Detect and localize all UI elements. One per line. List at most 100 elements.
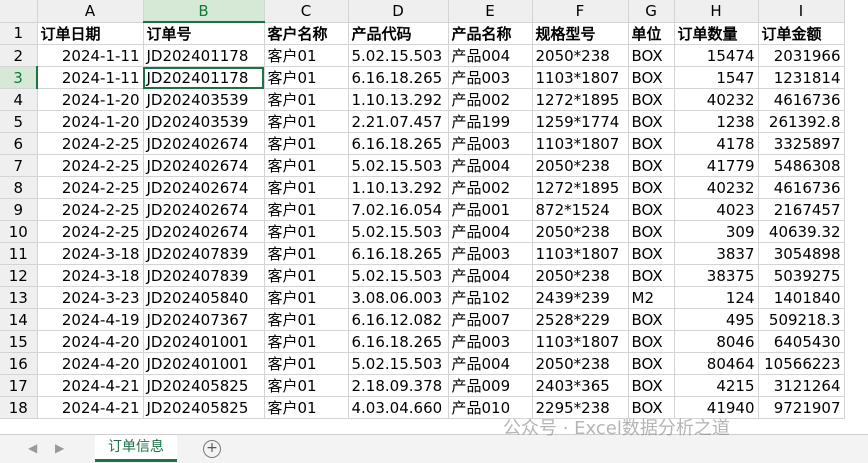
cell-f17[interactable]: 2403*365: [532, 374, 629, 397]
cell-d5[interactable]: 2.21.07.457: [348, 110, 449, 133]
cell-d18[interactable]: 4.03.04.660: [348, 396, 449, 419]
cell-b2[interactable]: JD202401178: [143, 44, 265, 67]
sheet-tab-order-info[interactable]: 订单信息: [95, 435, 177, 462]
column-header-i[interactable]: I: [758, 0, 845, 23]
cell-h8[interactable]: 40232: [674, 176, 759, 199]
cell-c2[interactable]: 客户01: [264, 44, 349, 67]
row-header[interactable]: 18: [0, 396, 38, 419]
cell-a11[interactable]: 2024-3-18: [37, 242, 144, 265]
next-sheet-icon[interactable]: ▶: [55, 441, 64, 455]
row-header[interactable]: 9: [0, 198, 38, 221]
cell-f3[interactable]: 1103*1807: [532, 66, 629, 89]
cell-i15[interactable]: 6405430: [758, 330, 845, 353]
row-header[interactable]: 7: [0, 154, 38, 177]
cell-h16[interactable]: 80464: [674, 352, 759, 375]
cell-g15[interactable]: BOX: [628, 330, 675, 353]
cell-c8[interactable]: 客户01: [264, 176, 349, 199]
cell-e12[interactable]: 产品004: [448, 264, 533, 287]
cell-e17[interactable]: 产品009: [448, 374, 533, 397]
cell-h12[interactable]: 38375: [674, 264, 759, 287]
cell-a3[interactable]: 2024-1-11: [37, 66, 144, 89]
cell-b14[interactable]: JD202407367: [143, 308, 265, 331]
cell-a18[interactable]: 2024-4-21: [37, 396, 144, 419]
cell-e16[interactable]: 产品004: [448, 352, 533, 375]
cell-i11[interactable]: 3054898: [758, 242, 845, 265]
cell-i4[interactable]: 4616736: [758, 88, 845, 111]
cell-f2[interactable]: 2050*238: [532, 44, 629, 67]
cell-a17[interactable]: 2024-4-21: [37, 374, 144, 397]
cell-d15[interactable]: 6.16.18.265: [348, 330, 449, 353]
cell-i1[interactable]: 订单金额: [758, 22, 845, 45]
cell-a14[interactable]: 2024-4-19: [37, 308, 144, 331]
cell-i16[interactable]: 10566223: [758, 352, 845, 375]
cell-i14[interactable]: 509218.3: [758, 308, 845, 331]
row-header[interactable]: 13: [0, 286, 38, 309]
cell-d7[interactable]: 5.02.15.503: [348, 154, 449, 177]
cell-d8[interactable]: 1.10.13.292: [348, 176, 449, 199]
cell-g7[interactable]: BOX: [628, 154, 675, 177]
cell-h7[interactable]: 41779: [674, 154, 759, 177]
row-header[interactable]: 1: [0, 22, 38, 45]
row-header[interactable]: 6: [0, 132, 38, 155]
column-header-d[interactable]: D: [348, 0, 449, 23]
cell-d10[interactable]: 5.02.15.503: [348, 220, 449, 243]
cell-i5[interactable]: 261392.8: [758, 110, 845, 133]
cell-d11[interactable]: 6.16.18.265: [348, 242, 449, 265]
cell-i8[interactable]: 4616736: [758, 176, 845, 199]
cell-g3[interactable]: BOX: [628, 66, 675, 89]
cell-d2[interactable]: 5.02.15.503: [348, 44, 449, 67]
column-header-a[interactable]: A: [37, 0, 144, 23]
row-header[interactable]: 11: [0, 242, 38, 265]
cell-h17[interactable]: 4215: [674, 374, 759, 397]
cell-e9[interactable]: 产品001: [448, 198, 533, 221]
cell-b18[interactable]: JD202405825: [143, 396, 265, 419]
cell-i3[interactable]: 1231814: [758, 66, 845, 89]
cell-f8[interactable]: 1272*1895: [532, 176, 629, 199]
cell-e6[interactable]: 产品003: [448, 132, 533, 155]
cell-g6[interactable]: BOX: [628, 132, 675, 155]
cell-i18[interactable]: 9721907: [758, 396, 845, 419]
cell-b15[interactable]: JD202401001: [143, 330, 265, 353]
cell-g8[interactable]: BOX: [628, 176, 675, 199]
cell-f7[interactable]: 2050*238: [532, 154, 629, 177]
cell-b16[interactable]: JD202401001: [143, 352, 265, 375]
cell-c18[interactable]: 客户01: [264, 396, 349, 419]
cell-i17[interactable]: 3121264: [758, 374, 845, 397]
cell-i2[interactable]: 2031966: [758, 44, 845, 67]
cell-g5[interactable]: BOX: [628, 110, 675, 133]
row-header[interactable]: 15: [0, 330, 38, 353]
row-header[interactable]: 4: [0, 88, 38, 111]
cell-d12[interactable]: 5.02.15.503: [348, 264, 449, 287]
cell-g13[interactable]: M2: [628, 286, 675, 309]
cell-a2[interactable]: 2024-1-11: [37, 44, 144, 67]
cell-a12[interactable]: 2024-3-18: [37, 264, 144, 287]
cell-h13[interactable]: 124: [674, 286, 759, 309]
cell-b17[interactable]: JD202405825: [143, 374, 265, 397]
cell-g16[interactable]: BOX: [628, 352, 675, 375]
cell-b12[interactable]: JD202407839: [143, 264, 265, 287]
cell-f12[interactable]: 2050*238: [532, 264, 629, 287]
cell-g12[interactable]: BOX: [628, 264, 675, 287]
cell-f6[interactable]: 1103*1807: [532, 132, 629, 155]
cell-a6[interactable]: 2024-2-25: [37, 132, 144, 155]
cell-d17[interactable]: 2.18.09.378: [348, 374, 449, 397]
cell-h9[interactable]: 4023: [674, 198, 759, 221]
cell-e10[interactable]: 产品004: [448, 220, 533, 243]
cell-d16[interactable]: 5.02.15.503: [348, 352, 449, 375]
cell-f4[interactable]: 1272*1895: [532, 88, 629, 111]
cell-a16[interactable]: 2024-4-20: [37, 352, 144, 375]
cell-b3[interactable]: JD202401178: [143, 66, 265, 89]
cell-c6[interactable]: 客户01: [264, 132, 349, 155]
cell-b4[interactable]: JD202403539: [143, 88, 265, 111]
cell-a9[interactable]: 2024-2-25: [37, 198, 144, 221]
cell-g17[interactable]: BOX: [628, 374, 675, 397]
row-header[interactable]: 3: [0, 66, 38, 89]
prev-sheet-icon[interactable]: ◀: [28, 441, 37, 455]
column-header-b[interactable]: B: [143, 0, 265, 23]
cell-e2[interactable]: 产品004: [448, 44, 533, 67]
cell-f9[interactable]: 872*1524: [532, 198, 629, 221]
row-header[interactable]: 2: [0, 44, 38, 67]
column-header-e[interactable]: E: [448, 0, 533, 23]
cell-e4[interactable]: 产品002: [448, 88, 533, 111]
cell-c14[interactable]: 客户01: [264, 308, 349, 331]
